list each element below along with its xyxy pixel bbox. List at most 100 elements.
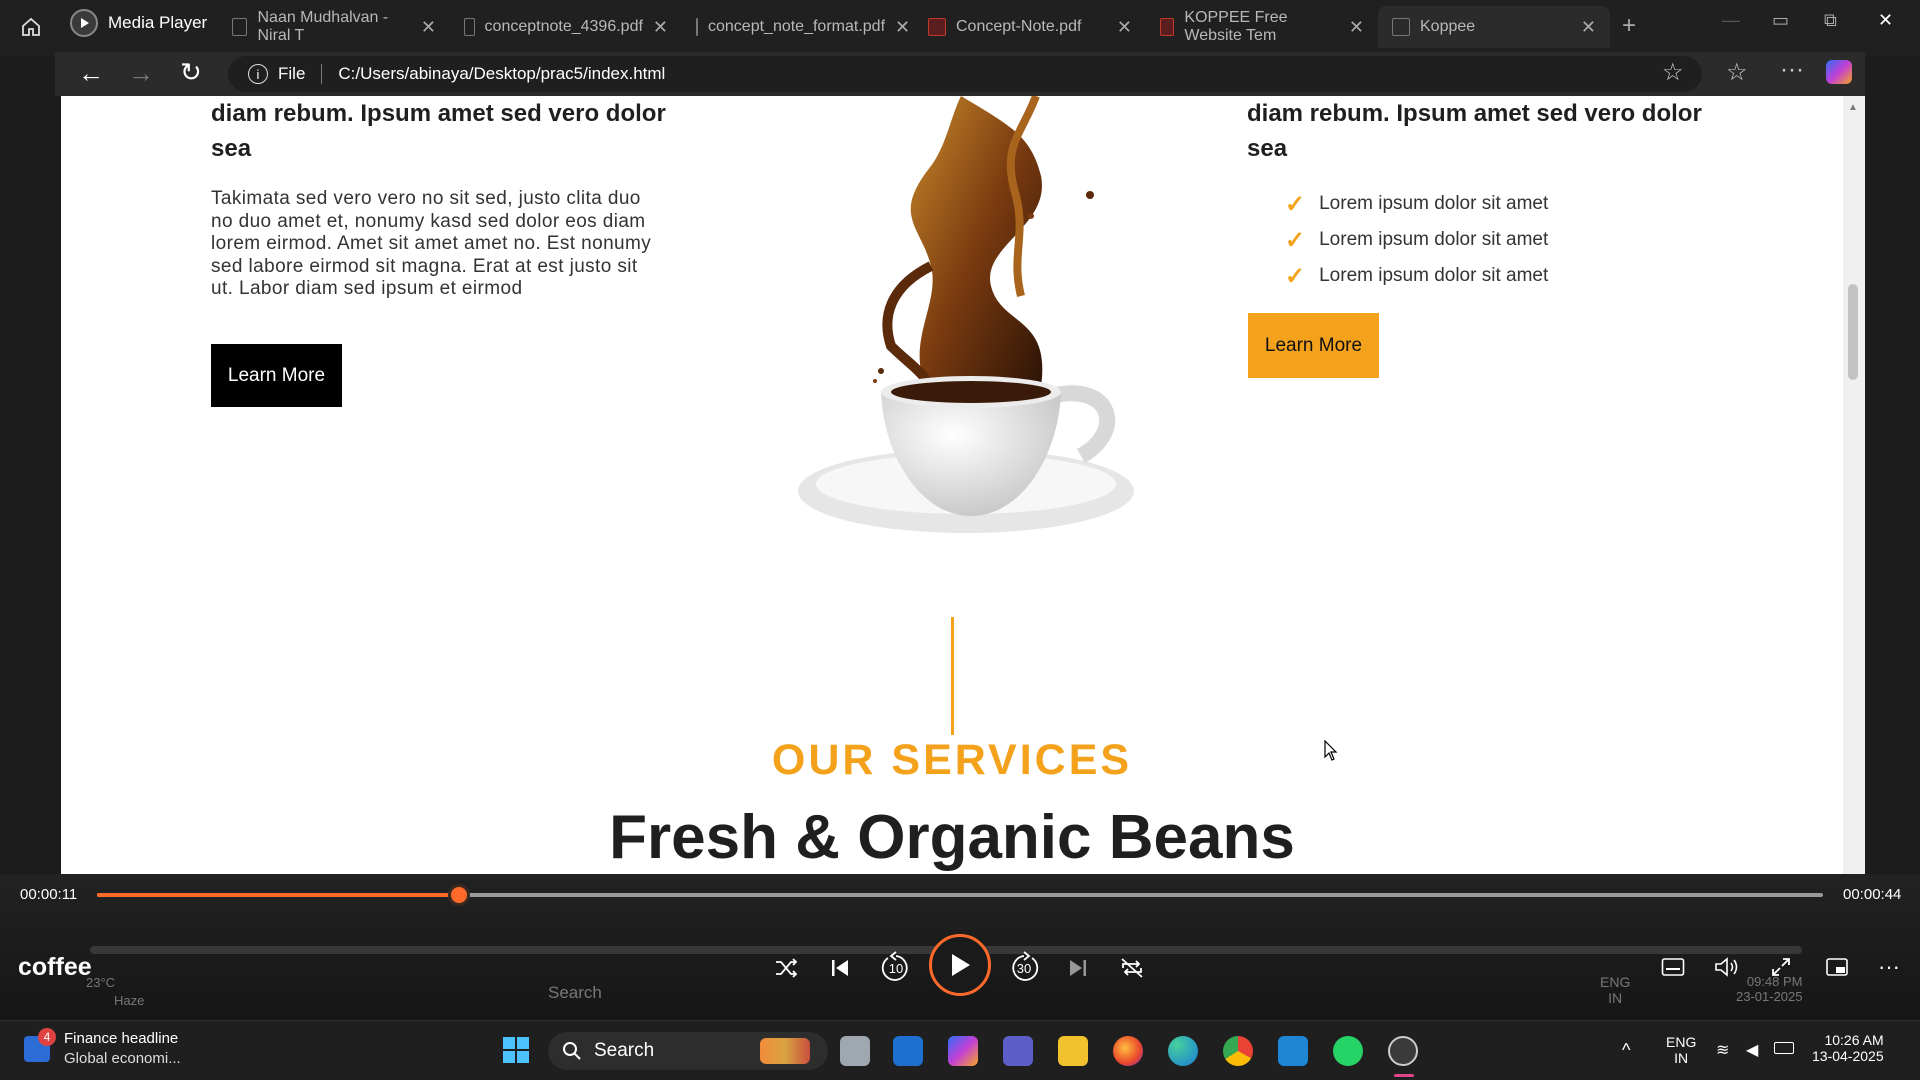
heading-line: sea (211, 135, 252, 162)
more-options-icon[interactable]: ··· (1874, 952, 1904, 982)
learn-more-button[interactable]: Learn More (211, 344, 342, 407)
close-tab-icon[interactable]: ✕ (421, 17, 436, 38)
restore-icon[interactable]: ⧉ (1824, 10, 1837, 34)
pdf-icon (696, 18, 698, 36)
favorite-star-icon[interactable]: ☆ (1662, 58, 1684, 87)
app-title: Media Player (70, 6, 207, 40)
system-clock[interactable]: 10:26 AM 13-04-2025 (1812, 1032, 1884, 1064)
chrome-icon[interactable] (1223, 1036, 1253, 1066)
maximize-icon[interactable]: ▭ (1772, 10, 1789, 34)
back-icon[interactable]: ← (78, 58, 104, 89)
close-tab-icon[interactable]: ✕ (653, 17, 668, 38)
fullscreen-icon[interactable] (1766, 952, 1796, 982)
heading-line: sea (1247, 135, 1288, 162)
divider (321, 64, 323, 84)
speaker-icon[interactable]: ◀ (1746, 1040, 1758, 1060)
volume-icon[interactable] (1712, 952, 1742, 982)
search-highlight-icon (760, 1038, 810, 1064)
forward-30-icon[interactable]: 30 (1006, 950, 1042, 986)
checkmark-icon: ✓ (1285, 226, 1306, 254)
scrollbar-thumb[interactable] (1848, 284, 1858, 380)
browser-tab[interactable]: Concept-Note.pdf ✕ (914, 6, 1146, 48)
teams-icon[interactable] (1003, 1036, 1033, 1066)
learn-more-button[interactable]: Learn More (1248, 313, 1379, 378)
mouse-cursor-icon (1324, 740, 1338, 761)
tab-label: KOPPEE Free Website Tem (1184, 9, 1288, 44)
left-feature-text: Takimata sed vero vero no sit sed, justo… (211, 188, 652, 299)
scroll-up-icon[interactable]: ▲ (1848, 102, 1858, 113)
browser-tab[interactable]: KOPPEE Free Website Tem ✕ (1146, 6, 1378, 48)
close-window-icon[interactable]: ✕ (1878, 10, 1893, 34)
favorites-icon[interactable]: ☆ (1726, 58, 1748, 87)
close-tab-icon[interactable]: ✕ (895, 17, 910, 38)
whatsapp-icon[interactable] (1333, 1036, 1363, 1066)
protocol-label: File (278, 64, 306, 83)
webpage-viewport: diam rebum. Ipsum amet sed vero dolor se… (61, 96, 1843, 874)
edge-icon[interactable] (1168, 1036, 1198, 1066)
rewind-seconds: 10 (888, 960, 904, 976)
coffee-splash-image (798, 96, 1134, 533)
right-feature-heading: diam rebum. Ipsum amet sed vero dolor se… (1247, 96, 1717, 166)
language-indicator[interactable]: ENG IN (1666, 1034, 1696, 1066)
home-button[interactable] (14, 10, 48, 44)
browser-tab-active[interactable]: Koppee ✕ (1378, 6, 1610, 48)
media-title: coffee (18, 953, 92, 981)
rewind-10-icon[interactable]: 10 (878, 950, 914, 986)
search-label: Search (594, 1040, 655, 1061)
shuffle-icon[interactable] (770, 952, 802, 984)
browser-tab[interactable]: concept_note_format.pdf ✕ (682, 6, 914, 48)
repeat-icon[interactable] (1116, 952, 1148, 984)
battery-icon[interactable] (1774, 1042, 1794, 1054)
tab-label: Koppee (1420, 18, 1476, 35)
ghost-lang-line: IN (1608, 990, 1623, 1006)
heading-line: diam rebum. Ipsum amet sed vero dolor (1247, 100, 1702, 127)
firefox-icon[interactable] (1113, 1036, 1143, 1066)
tab-label: Naan Mudhalvan - Niral T (257, 9, 389, 44)
list-item-text: Lorem ipsum dolor sit amet (1319, 265, 1549, 286)
close-tab-icon[interactable]: ✕ (1349, 17, 1364, 38)
close-tab-icon[interactable]: ✕ (1581, 17, 1596, 38)
refresh-icon[interactable]: ↻ (180, 57, 202, 88)
windows-start-icon[interactable] (502, 1036, 530, 1064)
page-icon (232, 18, 248, 36)
task-view-icon[interactable] (840, 1036, 870, 1066)
browser-tab[interactable]: Naan Mudhalvan - Niral T ✕ (218, 6, 450, 48)
url-text: C:/Users/abinaya/Desktop/prac5/index.htm… (338, 64, 666, 83)
app-name: Media Player (108, 13, 208, 32)
copilot-icon[interactable] (1826, 60, 1852, 84)
miniplayer-icon[interactable] (1822, 952, 1852, 982)
list-item: ✓ Lorem ipsum dolor sit amet (1285, 186, 1705, 222)
media-player-logo-icon (70, 9, 98, 37)
previous-icon[interactable] (824, 952, 856, 984)
checkmark-icon: ✓ (1285, 262, 1306, 290)
new-tab-icon[interactable]: + (1622, 12, 1636, 40)
play-button[interactable] (929, 934, 991, 996)
vscode-icon[interactable] (1278, 1036, 1308, 1066)
media-player-app-icon[interactable] (1388, 1036, 1418, 1066)
browser-tab[interactable]: conceptnote_4396.pdf ✕ (450, 6, 682, 48)
chevron-up-icon[interactable]: ^ (1622, 1040, 1630, 1061)
microsoft-store-icon[interactable] (893, 1036, 923, 1066)
more-menu-icon[interactable]: ··· (1780, 56, 1804, 84)
page-scrollbar[interactable] (1843, 96, 1865, 922)
news-subtitle[interactable]: Global economi... (64, 1050, 181, 1067)
ghost-date: 23-01-2025 (1736, 989, 1803, 1004)
play-icon (952, 954, 970, 976)
forward-seconds: 30 (1016, 960, 1032, 976)
pdf-icon (464, 18, 475, 36)
left-feature-heading: diam rebum. Ipsum amet sed vero dolor se… (211, 96, 681, 166)
news-title[interactable]: Finance headline (64, 1030, 178, 1047)
address-bar[interactable]: i File C:/Users/abinaya/Desktop/prac5/in… (228, 56, 1702, 92)
pdf-icon (928, 18, 946, 36)
close-tab-icon[interactable]: ✕ (1117, 17, 1132, 38)
file-explorer-icon[interactable] (1058, 1036, 1088, 1066)
copilot-app-icon[interactable] (948, 1036, 978, 1066)
list-item-text: Lorem ipsum dolor sit amet (1319, 229, 1549, 250)
next-icon[interactable] (1062, 952, 1094, 984)
forward-icon[interactable]: → (128, 58, 154, 89)
tab-label: Concept-Note.pdf (956, 18, 1082, 35)
list-item-text: Lorem ipsum dolor sit amet (1319, 193, 1549, 214)
captions-icon[interactable] (1658, 952, 1688, 982)
minimize-icon[interactable]: — (1722, 10, 1740, 34)
wifi-icon[interactable]: ≋ (1716, 1040, 1729, 1060)
